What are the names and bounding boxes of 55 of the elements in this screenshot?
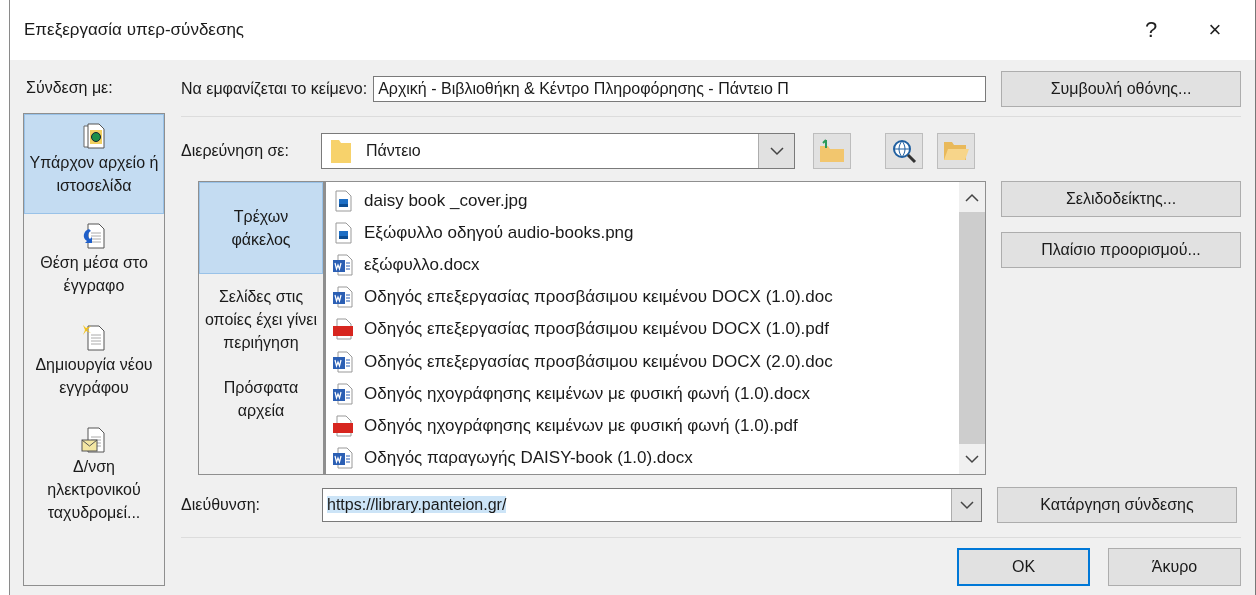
screen-tip-button[interactable]: Συμβουλή οθόνης... bbox=[1001, 70, 1241, 107]
address-field[interactable]: https://library.panteion.gr/ bbox=[322, 488, 982, 522]
up-folder-button[interactable] bbox=[813, 133, 851, 169]
word-file-icon bbox=[332, 382, 354, 405]
file-item[interactable]: Οδηγός παραγωγής DAISY-book (1.0).docx bbox=[326, 441, 959, 474]
cancel-button[interactable]: Άκυρο bbox=[1108, 548, 1241, 586]
side-button[interactable]: Πλαίσιο προορισμού... bbox=[1001, 232, 1241, 268]
link-to-label: Σύνδεση με: bbox=[25, 78, 114, 98]
folder-up-icon bbox=[818, 138, 846, 164]
ok-button[interactable]: OK bbox=[957, 548, 1090, 586]
globe-search-icon bbox=[890, 137, 918, 165]
browse-folder-button[interactable] bbox=[937, 133, 975, 169]
image-file-icon bbox=[332, 190, 354, 213]
look-in-label: Διερεύνηση σε: bbox=[181, 142, 290, 160]
file-item[interactable]: Οδηγός επεξεργασίας προσβάσιμου κειμένου DOCX (2.0).doc bbox=[326, 345, 959, 378]
places-item[interactable]: Τρέχων φάκελος bbox=[199, 182, 323, 274]
help-button[interactable]: ? bbox=[1125, 0, 1177, 60]
web-search-button[interactable] bbox=[885, 133, 923, 169]
dropdown-icon bbox=[769, 146, 784, 156]
address-label: Διεύθυνση: bbox=[181, 496, 261, 514]
file-item[interactable]: Οδηγός ηχογράφησης κειμένων με φυσική φωνή (1.0).pdf bbox=[326, 409, 959, 442]
dropdown-button[interactable] bbox=[758, 134, 794, 168]
close-button[interactable]: × bbox=[1189, 0, 1241, 60]
link-type-item[interactable]: Δ/νση ηλεκτρονικού ταχυδρομεί... bbox=[24, 418, 164, 533]
image-file-icon bbox=[332, 222, 354, 245]
display-text-label: Να εμφανίζεται το κείμενο: bbox=[181, 79, 368, 98]
open-folder-icon bbox=[942, 139, 970, 163]
file-item[interactable]: εξώφυλλο.docx bbox=[326, 249, 959, 282]
remove-link-button[interactable]: Κατάργηση σύνδεσης bbox=[997, 487, 1237, 523]
pdf-file-icon bbox=[332, 318, 354, 341]
link-type-item[interactable]: Θέση μέσα στο έγγραφο bbox=[24, 214, 164, 316]
file-item[interactable]: Εξώφυλλο οδηγού audio-books.png bbox=[326, 217, 959, 250]
word-file-icon bbox=[332, 350, 354, 373]
word-file-icon bbox=[332, 254, 354, 277]
places-item[interactable]: Σελίδες στις οποίες έχει γίνει περιήγηση bbox=[199, 274, 323, 365]
word-file-icon bbox=[332, 286, 354, 309]
dropdown-icon bbox=[959, 500, 974, 510]
link-type-item[interactable]: Υπάρχον αρχείο ή ιστοσελίδα bbox=[24, 114, 164, 214]
file-item[interactable]: Οδηγός επεξεργασίας προσβάσιμου κειμένου DOCX (1.0).doc bbox=[326, 281, 959, 314]
look-in-dropdown[interactable]: Πάντειο bbox=[321, 133, 795, 169]
word-file-icon bbox=[332, 446, 354, 469]
file-item[interactable]: Οδηγός ηχογράφησης κειμένων με φυσική φωνή (1.0).docx bbox=[326, 377, 959, 410]
side-button[interactable]: Σελιδοδείκτης... bbox=[1001, 181, 1241, 217]
pdf-file-icon bbox=[332, 414, 354, 437]
link-type-item[interactable]: Δημιουργία νέου εγγράφου bbox=[24, 316, 164, 418]
window-title: Επεξεργασία υπερ-σύνδεσης bbox=[24, 20, 246, 40]
dropdown-button[interactable] bbox=[951, 489, 981, 521]
display-text-field[interactable]: Αρχική - Βιβλιοθήκη & Κέντρο Πληροφόρησης - Πάντειο Π bbox=[373, 75, 986, 102]
places-item[interactable]: Πρόσφατα αρχεία bbox=[199, 365, 323, 433]
file-item[interactable]: Οδηγός επεξεργασίας προσβάσιμου κειμένου DOCX (1.0).pdf bbox=[326, 313, 959, 346]
scroll-up-icon[interactable] bbox=[965, 192, 979, 202]
scroll-down-icon[interactable] bbox=[965, 454, 979, 464]
scrollbar[interactable] bbox=[959, 182, 985, 474]
folder-icon bbox=[330, 138, 352, 164]
file-item[interactable]: daisy book _cover.jpg bbox=[326, 185, 959, 218]
